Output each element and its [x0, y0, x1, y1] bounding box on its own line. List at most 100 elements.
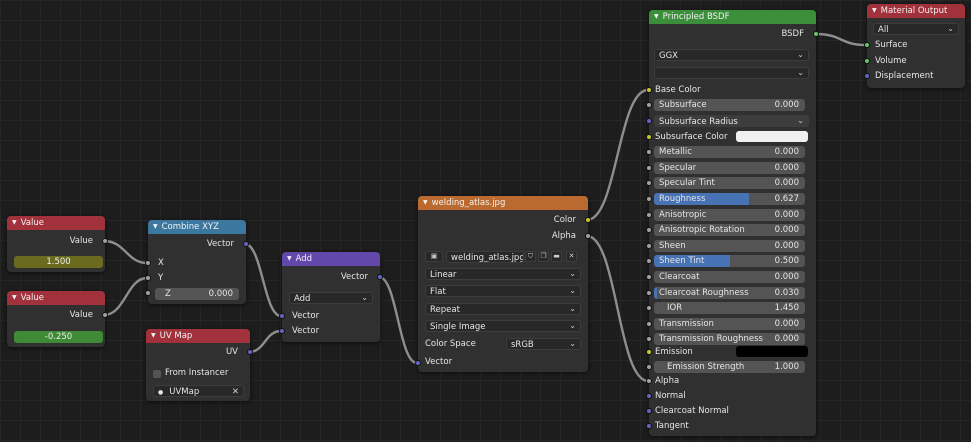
operation-value: Add [294, 294, 311, 304]
uv-map-selector[interactable]: ● UVMap ✕ [153, 385, 244, 397]
clearcoat-field[interactable]: Clearcoat 0.000 [654, 271, 805, 283]
output-socket-alpha[interactable] [585, 233, 591, 239]
subsurface-color-swatch[interactable] [736, 131, 808, 142]
subsurface-radius-dropdown[interactable]: Subsurface Radius ⌄ [654, 115, 809, 127]
close-icon[interactable]: ✕ [566, 251, 577, 262]
subsurface-radius-socket[interactable] [646, 118, 652, 124]
roughness-slider[interactable]: Roughness 0.627 [654, 193, 805, 205]
vector-add-node[interactable]: ▼ Add Vector Add ⌄ Vector Vector [279, 252, 383, 342]
extension-dropdown[interactable]: Repeat ⌄ [425, 303, 581, 315]
output-socket[interactable] [243, 241, 249, 247]
value-node-1[interactable]: ▼ Value Value 1.500 [7, 216, 108, 272]
sheen-field[interactable]: Sheen 0.000 [654, 240, 805, 252]
node-header[interactable]: ▼ Add [282, 252, 380, 266]
copy-icon[interactable]: ❐ [538, 251, 549, 262]
distribution-dropdown[interactable]: GGX ⌄ [654, 49, 809, 61]
clearcoat-roughness-socket[interactable] [646, 290, 652, 296]
output-socket-color[interactable] [585, 217, 591, 223]
transmission-field[interactable]: Transmission 0.000 [654, 318, 805, 330]
metallic-field[interactable]: Metallic 0.000 [654, 146, 805, 158]
sheen-tint-socket[interactable] [646, 258, 652, 264]
output-socket[interactable] [102, 312, 108, 318]
specular-tint-field[interactable]: Specular Tint 0.000 [654, 177, 805, 189]
material-output-node[interactable]: ▼ Material Output All ⌄ Surface Volume Dis… [864, 4, 965, 88]
clearcoat-roughness-slider[interactable]: Clearcoat Roughness 0.030 [654, 287, 805, 299]
input-socket-vector-1[interactable] [279, 313, 285, 319]
emission-strength-socket[interactable] [646, 364, 652, 370]
subsurface-method-dropdown[interactable]: ⌄ [654, 67, 809, 79]
anisotropic-rotation-socket[interactable] [646, 227, 652, 233]
transmission-roughness-socket[interactable] [646, 336, 652, 342]
anisotropic-rotation-field[interactable]: Anisotropic Rotation 0.000 [654, 224, 805, 236]
collapse-arrow-icon[interactable]: ▼ [12, 219, 17, 226]
output-socket[interactable] [102, 238, 108, 244]
anisotropic-field[interactable]: Anisotropic 0.000 [654, 209, 805, 221]
input-socket-vector[interactable] [415, 360, 421, 366]
anisotropic-socket[interactable] [646, 212, 652, 218]
output-socket[interactable] [377, 274, 383, 280]
operation-dropdown[interactable]: Add ⌄ [289, 292, 373, 304]
source-dropdown[interactable]: Single Image ⌄ [425, 320, 581, 332]
collapse-arrow-icon[interactable]: ▼ [287, 255, 292, 262]
node-header[interactable]: ▼ welding_atlas.jpg [418, 196, 588, 210]
input-socket-vector-2[interactable] [279, 328, 285, 334]
collapse-arrow-icon[interactable]: ▼ [151, 332, 156, 339]
metallic-socket[interactable] [646, 149, 652, 155]
field-label: Anisotropic Rotation [659, 225, 745, 235]
emission-strength-field[interactable]: Emission Strength 1.000 [654, 361, 805, 373]
node-header[interactable]: ▼ Combine XYZ [148, 220, 246, 234]
subsurface-field[interactable]: Subsurface 0.000 [654, 99, 805, 111]
clear-icon[interactable]: ✕ [232, 386, 239, 396]
image-texture-node[interactable]: ▼ welding_atlas.jpg Color Alpha ▣ welding… [415, 196, 591, 372]
node-header[interactable]: ▼ Value [7, 216, 105, 230]
subsurface-socket[interactable] [646, 102, 652, 108]
sheen-socket[interactable] [646, 243, 652, 249]
node-header[interactable]: ▼ Principled BSDF [649, 10, 816, 24]
target-dropdown[interactable]: All ⌄ [873, 23, 959, 35]
sheen-tint-slider[interactable]: Sheen Tint 0.500 [654, 255, 805, 267]
uv-map-node[interactable]: ▼ UV Map UV From Instancer ● UVMap ✕ [146, 329, 253, 401]
value-node-2[interactable]: ▼ Value Value -0.250 [7, 291, 108, 347]
clearcoat-socket[interactable] [646, 274, 652, 280]
transmission-socket[interactable] [646, 321, 652, 327]
shield-icon[interactable]: ⛉ [525, 251, 536, 262]
specular-socket[interactable] [646, 165, 652, 171]
collapse-arrow-icon[interactable]: ▼ [872, 7, 877, 14]
folder-icon[interactable]: ▬ [551, 251, 562, 262]
field-label: Clearcoat [659, 272, 700, 282]
value-field[interactable]: 1.500 [14, 256, 103, 268]
chevron-down-icon: ⌄ [797, 116, 804, 125]
z-field[interactable]: Z 0.000 [155, 288, 239, 300]
field-label: Clearcoat Roughness [659, 288, 749, 298]
ior-field[interactable]: IOR 1.450 [654, 302, 805, 314]
collapse-arrow-icon[interactable]: ▼ [423, 199, 428, 206]
output-socket-bsdf[interactable] [813, 31, 819, 37]
output-socket[interactable] [247, 349, 253, 355]
collapse-arrow-icon[interactable]: ▼ [153, 223, 158, 230]
collapse-arrow-icon[interactable]: ▼ [12, 294, 17, 301]
collapse-arrow-icon[interactable]: ▼ [654, 13, 659, 20]
image-file-field[interactable]: welding_atlas.jpg [446, 251, 524, 263]
interpolation-value: Linear [430, 270, 457, 280]
input-socket-x[interactable] [145, 260, 151, 266]
node-title: UV Map [159, 331, 193, 341]
input-socket-z[interactable] [145, 290, 151, 296]
projection-dropdown[interactable]: Flat ⌄ [425, 285, 581, 297]
principled-bsdf-node[interactable]: ▼ Principled BSDF BSDF GGX ⌄ ⌄ Base Color … [646, 10, 819, 436]
combine-xyz-node[interactable]: ▼ Combine XYZ Vector X Y Z 0.000 [145, 220, 249, 304]
ior-socket[interactable] [646, 305, 652, 311]
image-icon[interactable]: ▣ [425, 251, 443, 262]
specular-field[interactable]: Specular 0.000 [654, 162, 805, 174]
field-value: 0.000 [208, 289, 233, 299]
node-header[interactable]: ▼ Material Output [867, 4, 965, 18]
transmission-roughness-field[interactable]: Transmission Roughness 0.000 [654, 333, 805, 345]
node-header[interactable]: ▼ UV Map [146, 329, 250, 343]
emission-color-swatch[interactable] [736, 346, 808, 357]
node-header[interactable]: ▼ Value [7, 291, 105, 305]
value-field[interactable]: -0.250 [14, 331, 103, 343]
color-space-dropdown[interactable]: sRGB ⌄ [506, 338, 581, 350]
roughness-socket[interactable] [646, 196, 652, 202]
specular-tint-socket[interactable] [646, 180, 652, 186]
input-socket-y[interactable] [145, 275, 151, 281]
interpolation-dropdown[interactable]: Linear ⌄ [425, 268, 581, 280]
